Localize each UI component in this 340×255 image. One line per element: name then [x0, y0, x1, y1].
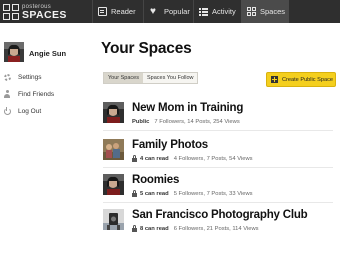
spaces-tab-bar: Your Spaces Spaces You Follow [103, 72, 199, 84]
space-followers: 6 Followers, [173, 226, 205, 232]
person-icon [3, 90, 11, 98]
space-thumbnail[interactable] [103, 209, 124, 230]
page-title: Your Spaces [101, 40, 192, 57]
space-visibility: Public [132, 119, 150, 125]
space-posts: 7 Posts, [206, 191, 228, 197]
space-title[interactable]: New Mom in Training [132, 102, 243, 114]
space-thumbnail[interactable] [103, 139, 124, 160]
nav-divider [92, 0, 93, 23]
space-followers: 4 Followers, [173, 156, 205, 162]
space-title[interactable]: San Francisco Photography Club [132, 209, 308, 221]
space-thumbnail[interactable] [103, 102, 124, 123]
space-stats: 8 can read 6 Followers, 21 Posts, 114 Vi… [132, 225, 259, 232]
space-views: 54 Views [229, 156, 253, 162]
space-posts: 21 Posts, [206, 226, 231, 232]
space-title[interactable]: Roomies [132, 174, 179, 186]
space-stats: 4 can read 4 Followers, 7 Posts, 54 View… [132, 155, 253, 162]
power-icon [3, 106, 11, 115]
logo-grid-icon [3, 4, 19, 20]
sidebar-item-settings[interactable]: Settings [3, 72, 42, 82]
nav-spaces-label: Spaces [260, 7, 286, 16]
space-views: 114 Views [232, 226, 259, 232]
space-followers: 5 Followers, [173, 191, 205, 197]
nav-divider [143, 0, 144, 23]
sidebar-item-label: Find Friends [18, 90, 55, 98]
sidebar-item-find-friends[interactable]: Find Friends [3, 89, 54, 99]
space-views: 254 Views [213, 119, 240, 125]
lock-icon [132, 225, 137, 232]
list-item[interactable]: Roomies 5 can read 5 Followers, 7 Posts,… [103, 174, 333, 204]
space-stats: Public 7 Followers, 14 Posts, 254 Views [132, 119, 240, 125]
list-icon [199, 7, 208, 16]
nav-reader[interactable]: Reader [98, 0, 136, 23]
list-item[interactable]: New Mom in Training Public 7 Followers, … [103, 102, 333, 132]
space-can-read: 8 can read [140, 226, 169, 232]
space-posts: 7 Posts, [206, 156, 228, 162]
list-item[interactable]: Family Photos 4 can read 4 Followers, 7 … [103, 139, 333, 169]
nav-reader-label: Reader [111, 7, 136, 16]
gear-icon [3, 73, 11, 81]
nav-popular-label: Popular [164, 7, 190, 16]
row-divider [103, 167, 333, 168]
create-button-label: Create Public Space [282, 76, 333, 83]
space-posts: 14 Posts, [187, 119, 212, 125]
tab-your-spaces[interactable]: Your Spaces [104, 73, 143, 83]
posterous-spaces-logo[interactable]: posterous SPACES [3, 3, 67, 21]
user-avatar[interactable] [4, 42, 24, 62]
nav-spaces[interactable]: Spaces [241, 0, 289, 23]
sidebar-item-log-out[interactable]: Log Out [3, 106, 41, 116]
space-followers: 7 Followers, [154, 119, 186, 125]
reader-icon [98, 7, 107, 16]
row-divider [103, 202, 333, 203]
space-thumbnail[interactable] [103, 174, 124, 195]
logo-big-text: SPACES [22, 8, 67, 21]
nav-activity-label: Activity [212, 7, 236, 16]
top-nav-bar: posterous SPACES Reader ♥ Popular Activi… [0, 0, 340, 23]
nav-popular[interactable]: ♥ Popular [150, 0, 190, 23]
lock-icon [132, 155, 137, 162]
tab-spaces-you-follow[interactable]: Spaces You Follow [143, 73, 197, 83]
sidebar-item-label: Log Out [18, 107, 42, 115]
grid-icon [247, 7, 256, 16]
space-stats: 5 can read 5 Followers, 7 Posts, 33 View… [132, 190, 253, 197]
space-views: 33 Views [229, 191, 253, 197]
lock-icon [132, 190, 137, 197]
nav-divider [193, 0, 194, 23]
sidebar-item-label: Settings [18, 73, 42, 81]
space-title[interactable]: Family Photos [132, 139, 208, 151]
space-can-read: 4 can read [140, 156, 169, 162]
plus-icon [271, 76, 278, 83]
heart-icon: ♥ [150, 6, 156, 17]
space-can-read: 5 can read [140, 191, 169, 197]
nav-activity[interactable]: Activity [199, 0, 236, 23]
list-item[interactable]: San Francisco Photography Club 8 can rea… [103, 209, 333, 239]
row-divider [103, 130, 333, 131]
create-public-space-button[interactable]: Create Public Space [266, 72, 336, 87]
user-name[interactable]: Angie Sun [29, 49, 66, 58]
